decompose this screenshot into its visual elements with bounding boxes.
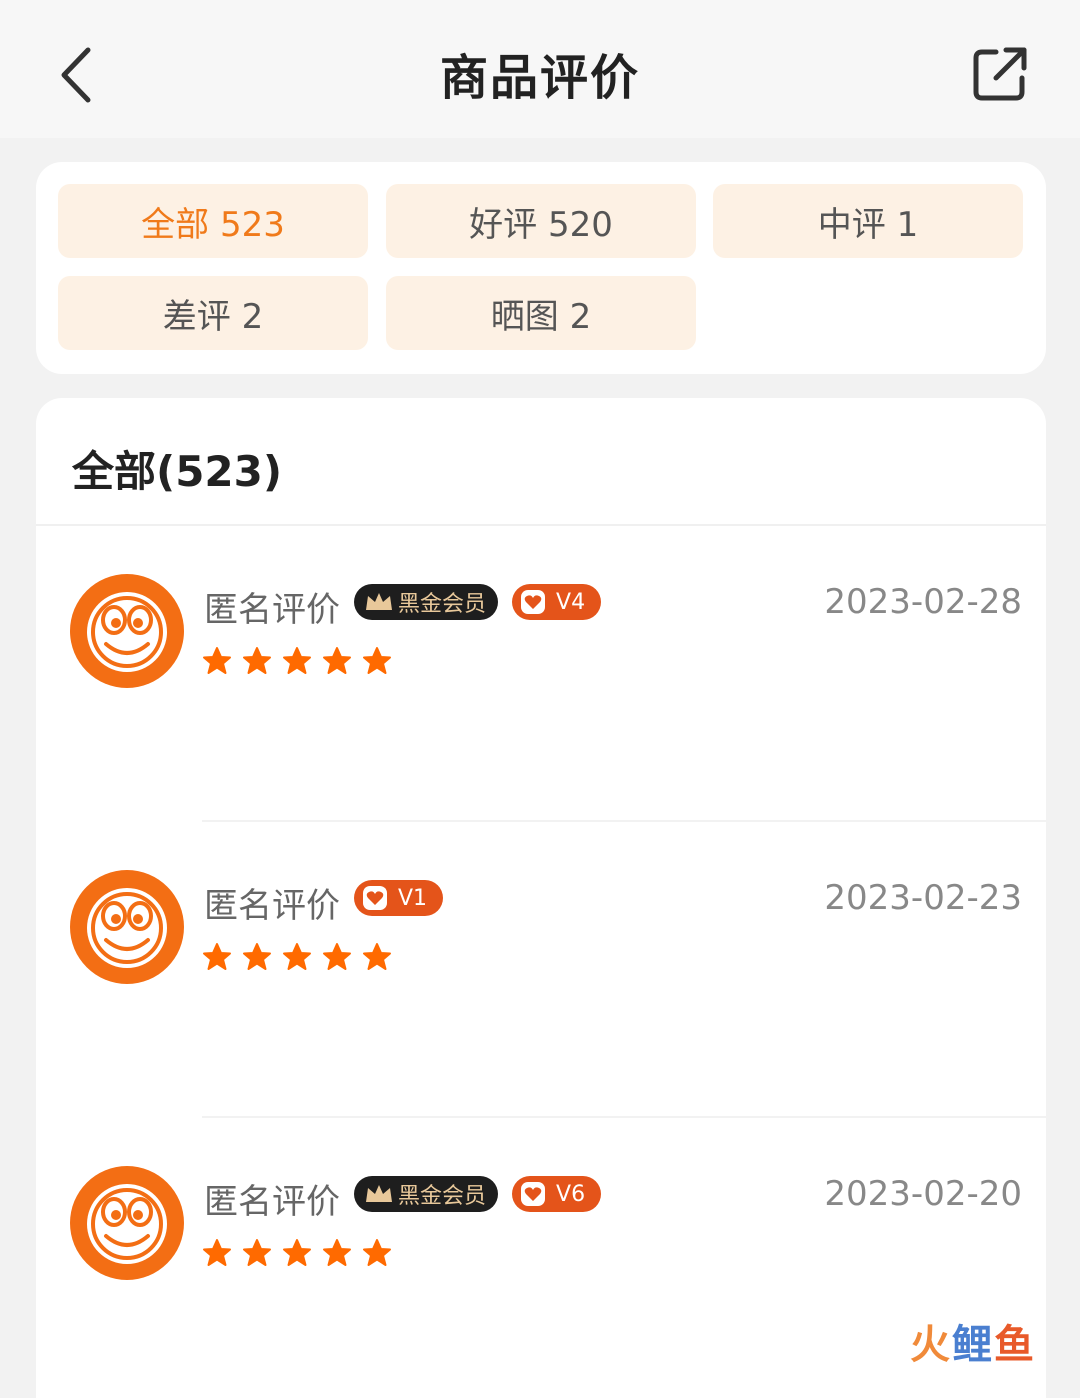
star-icon xyxy=(243,647,271,674)
watermark-char: 火 xyxy=(910,1322,950,1368)
star-rating xyxy=(202,646,392,676)
vip-badge: 黑金会员 xyxy=(354,584,499,620)
crown-icon xyxy=(366,1185,392,1202)
review-filter-panel: 全部 523 好评 520 中评 1 差评 2 晒图 2 xyxy=(36,162,1046,374)
star-icon xyxy=(363,647,391,674)
watermark-char: 鱼 xyxy=(994,1322,1034,1368)
watermark: 火 鲤 鱼 xyxy=(910,1312,1034,1368)
level-badge: V1 xyxy=(354,880,444,916)
star-icon xyxy=(243,1239,271,1266)
star-rating xyxy=(202,942,392,972)
review-item[interactable]: 匿名评价 黑金会员 V6 2023-02-20 xyxy=(36,1118,1046,1398)
top-nav-bar: 商品评价 xyxy=(0,0,1080,138)
list-title: 全部(523) xyxy=(72,447,283,496)
level-badge: V6 xyxy=(512,1176,602,1212)
filter-chip-with-photos[interactable]: 晒图 2 xyxy=(386,276,696,350)
star-icon xyxy=(203,647,231,674)
review-list: 全部(523) 匿名评价 黑金会员 V4 2023-02-28 匿名评价 V1 … xyxy=(36,398,1046,1398)
review-item[interactable]: 匿名评价 V1 2023-02-23 xyxy=(36,822,1046,1118)
star-rating xyxy=(202,1238,392,1268)
heart-icon xyxy=(521,1182,546,1206)
star-icon xyxy=(323,943,351,970)
avatar xyxy=(70,574,184,688)
level-badge: V4 xyxy=(512,584,602,620)
member-badges: V1 xyxy=(354,880,444,916)
share-button[interactable] xyxy=(966,42,1032,108)
filter-chip-positive[interactable]: 好评 520 xyxy=(386,184,696,258)
filter-chip-neutral[interactable]: 中评 1 xyxy=(713,184,1023,258)
watermark-char: 鲤 xyxy=(952,1322,992,1368)
star-icon xyxy=(283,647,311,674)
level-badge-label: V6 xyxy=(556,1181,586,1207)
review-item[interactable]: 匿名评价 黑金会员 V4 2023-02-28 xyxy=(36,526,1046,822)
review-date: 2023-02-20 xyxy=(824,1174,1022,1214)
star-icon xyxy=(323,647,351,674)
star-icon xyxy=(283,1239,311,1266)
crown-icon xyxy=(366,593,392,610)
reviewer-name: 匿名评价 xyxy=(204,1182,340,1222)
avatar xyxy=(70,870,184,984)
reviewer-name: 匿名评价 xyxy=(204,590,340,630)
star-icon xyxy=(363,943,391,970)
vip-badge-label: 黑金会员 xyxy=(398,1184,487,1209)
vip-badge: 黑金会员 xyxy=(354,1176,499,1212)
star-icon xyxy=(243,943,271,970)
share-icon xyxy=(973,47,1027,101)
heart-icon xyxy=(363,886,387,910)
review-date: 2023-02-23 xyxy=(824,878,1022,918)
level-badge-label: V1 xyxy=(398,885,428,911)
review-date: 2023-02-28 xyxy=(824,582,1022,622)
level-badge-label: V4 xyxy=(556,589,586,615)
star-icon xyxy=(363,1239,391,1266)
heart-icon xyxy=(521,590,546,614)
star-icon xyxy=(323,1239,351,1266)
page-title: 商品评价 xyxy=(439,50,640,106)
member-badges: 黑金会员 V4 xyxy=(354,584,602,620)
filter-chip-all[interactable]: 全部 523 xyxy=(58,184,368,258)
star-icon xyxy=(283,943,311,970)
filter-chip-negative[interactable]: 差评 2 xyxy=(58,276,368,350)
star-icon xyxy=(203,1239,231,1266)
member-badges: 黑金会员 V6 xyxy=(354,1176,602,1212)
vip-badge-label: 黑金会员 xyxy=(398,592,487,617)
avatar xyxy=(70,1166,184,1280)
reviewer-name: 匿名评价 xyxy=(204,886,340,926)
star-icon xyxy=(203,943,231,970)
